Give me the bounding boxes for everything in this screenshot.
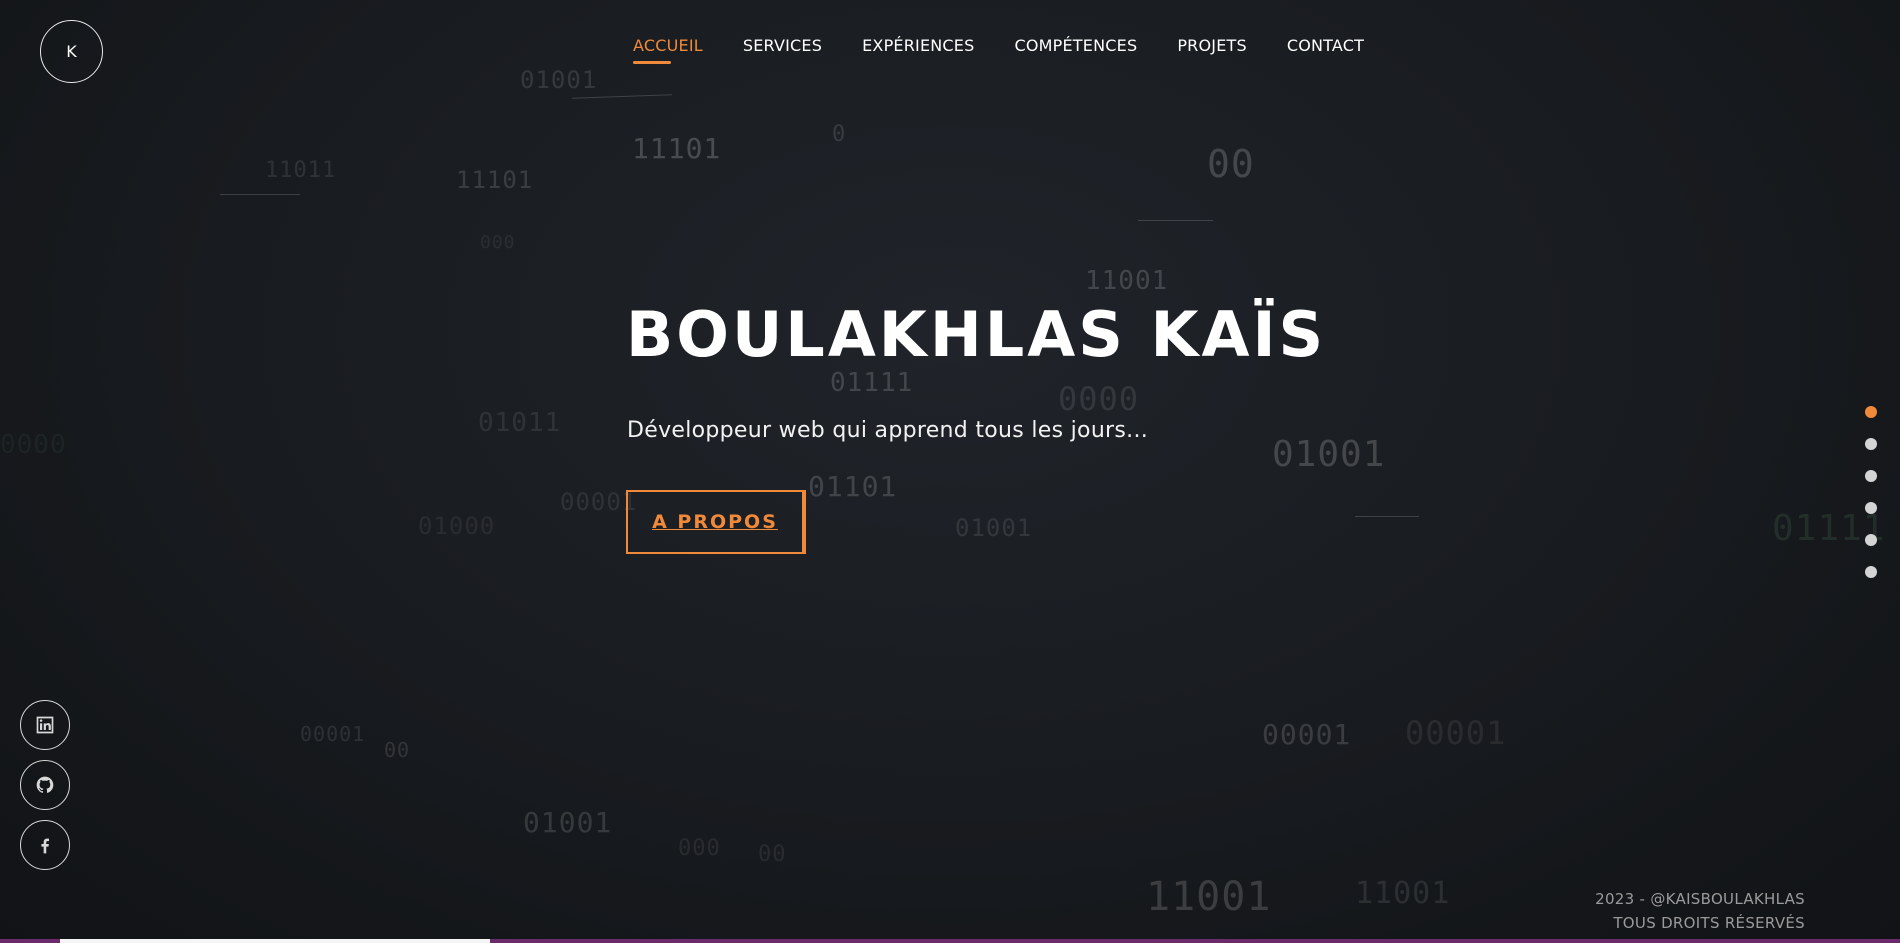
- binary-digit: 01001: [523, 806, 613, 839]
- github-icon: [36, 776, 54, 793]
- footer-copyright: 2023 - @KAISBOULAKHLAS TOUS DROITS RÉSER…: [1595, 887, 1805, 935]
- binary-digit: 00001: [1262, 718, 1352, 751]
- nav-item-contact[interactable]: CONTACT: [1287, 36, 1364, 61]
- section-dot-5[interactable]: [1865, 534, 1877, 546]
- background-streak: [572, 94, 672, 99]
- binary-digit: 00: [1207, 142, 1255, 186]
- linkedin-link[interactable]: [20, 700, 70, 750]
- nav-item-projets[interactable]: PROJETS: [1177, 36, 1247, 61]
- section-dot-4[interactable]: [1865, 502, 1877, 514]
- about-button[interactable]: A PROPOS: [626, 490, 806, 554]
- binary-digit: 11001: [1146, 874, 1272, 920]
- binary-digit: 00: [758, 842, 787, 867]
- linkedin-icon: [36, 716, 54, 734]
- binary-digit: 000: [678, 836, 721, 861]
- section-dot-2[interactable]: [1865, 438, 1877, 450]
- section-dots: [1865, 406, 1877, 578]
- hero-title: BOULAKHLAS KAÏS: [626, 298, 1327, 371]
- binary-digit: 000: [480, 232, 516, 253]
- social-links: [20, 700, 70, 870]
- nav-item-experiences[interactable]: EXPÉRIENCES: [862, 36, 974, 61]
- binary-digit: 11101: [632, 132, 722, 165]
- binary-digit: 11011: [265, 158, 337, 183]
- binary-digit: 01001: [520, 66, 598, 94]
- binary-digit: 0000: [1058, 380, 1140, 418]
- binary-digit: 11001: [1355, 876, 1451, 911]
- facebook-icon: [41, 838, 49, 854]
- binary-digit: 01001: [955, 514, 1033, 542]
- main-nav: ACCUEIL SERVICES EXPÉRIENCES COMPÉTENCES…: [633, 36, 1364, 64]
- binary-digit: 11001: [1085, 266, 1169, 296]
- binary-digit: 0000: [0, 430, 67, 460]
- section-dot-6[interactable]: [1865, 566, 1877, 578]
- binary-digit: 01001: [1272, 434, 1386, 475]
- section-dot-3[interactable]: [1865, 470, 1877, 482]
- footer-line-1: 2023 - @KAISBOULAKHLAS: [1595, 890, 1805, 908]
- nav-item-accueil[interactable]: ACCUEIL: [633, 36, 703, 64]
- binary-digit: 01011: [478, 408, 562, 438]
- logo-button[interactable]: K: [40, 20, 103, 83]
- logo-letter: K: [66, 42, 77, 61]
- nav-item-competences[interactable]: COMPÉTENCES: [1014, 36, 1137, 61]
- binary-digit: 01101: [808, 470, 898, 503]
- background-streak: [1138, 220, 1213, 221]
- binary-digit: 00001: [1405, 714, 1507, 752]
- page-background: 01001 11101 0 00 11011 11101 000 01111 1…: [0, 0, 1900, 943]
- github-link[interactable]: [20, 760, 70, 810]
- facebook-link[interactable]: [20, 820, 70, 870]
- binary-digit: 11101: [456, 166, 534, 194]
- background-streak: [1355, 516, 1419, 517]
- footer-line-2: TOUS DROITS RÉSERVÉS: [1613, 914, 1805, 932]
- hero-subtitle: Développeur web qui apprend tous les jou…: [627, 418, 1149, 443]
- section-dot-1[interactable]: [1865, 406, 1877, 418]
- background-streak: [220, 194, 300, 195]
- scroll-progress-bar: [0, 939, 1900, 943]
- binary-digit: 01000: [418, 512, 496, 540]
- binary-digit: 01111: [830, 368, 914, 398]
- binary-digit: 00: [384, 738, 411, 762]
- binary-digit: 00001: [300, 722, 366, 746]
- scroll-progress-fill: [60, 939, 490, 943]
- nav-item-services[interactable]: SERVICES: [743, 36, 822, 61]
- binary-digit: 0: [832, 122, 847, 147]
